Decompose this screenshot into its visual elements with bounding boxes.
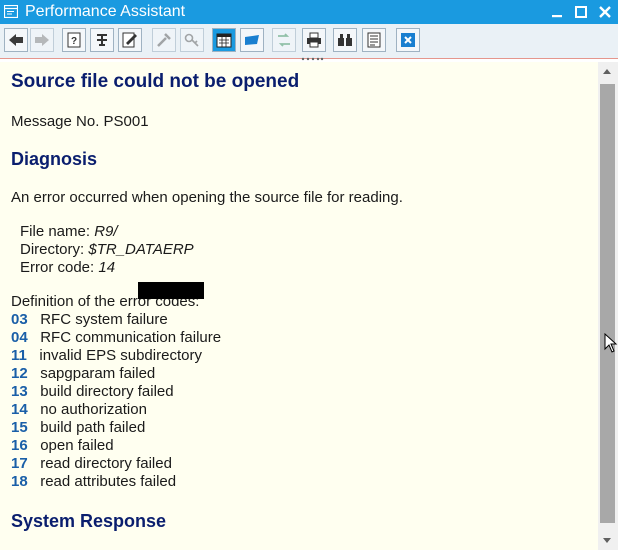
error-code-row: Error code: 14: [20, 259, 115, 277]
message-number: Message No. PS001: [11, 113, 149, 130]
toolbar: ?: [0, 24, 618, 58]
document-button[interactable]: [362, 28, 386, 52]
code-row: 04 RFC communication failure: [11, 329, 221, 347]
system-response-heading: System Response: [11, 511, 167, 531]
document-icon: [367, 32, 381, 48]
code-row: 11 invalid EPS subdirectory: [11, 347, 202, 365]
scroll-up-icon[interactable]: [603, 69, 611, 74]
window-title: Performance Assistant: [25, 3, 186, 20]
code-description: invalid EPS subdirectory: [39, 347, 202, 364]
calendar-icon: [216, 33, 232, 48]
file-name-value: R9/: [94, 223, 118, 240]
code-number: 16: [11, 437, 28, 454]
code-description: read attributes failed: [40, 473, 177, 490]
directory-value: $TR_DATAERP: [88, 241, 194, 258]
code-row: 13 build directory failed: [11, 383, 174, 401]
code-description: RFC system failure: [40, 311, 168, 328]
maximize-icon[interactable]: [572, 3, 590, 21]
code-row: 16 open failed: [11, 437, 114, 455]
code-number: 15: [11, 419, 28, 436]
code-row: 12 sapgparam failed: [11, 365, 155, 383]
splitter-grip-icon[interactable]: [300, 57, 324, 61]
back-icon: [9, 34, 23, 46]
code-number: 03: [11, 311, 28, 328]
key-button[interactable]: [180, 28, 204, 52]
transfer-button[interactable]: [272, 28, 296, 52]
code-description: build directory failed: [40, 383, 174, 400]
scrollbar-thumb[interactable]: [600, 84, 615, 523]
vertical-scrollbar[interactable]: [598, 62, 618, 550]
message-title: Source file could not be opened: [11, 71, 300, 92]
app-window-icon: [4, 5, 18, 18]
tools-button[interactable]: [152, 28, 176, 52]
code-number: 18: [11, 473, 28, 490]
code-row: 18 read attributes failed: [11, 473, 176, 491]
close-window-icon[interactable]: [596, 3, 614, 21]
code-description: read directory failed: [40, 455, 172, 472]
code-number: 17: [11, 455, 28, 472]
code-number: 14: [11, 401, 28, 418]
forward-icon: [35, 34, 49, 46]
calendar-button[interactable]: [212, 28, 236, 52]
find-button[interactable]: [333, 28, 357, 52]
print-button[interactable]: [302, 28, 326, 52]
code-description: no authorization: [40, 401, 147, 418]
minimize-icon[interactable]: [548, 3, 566, 21]
code-row: 17 read directory failed: [11, 455, 172, 473]
file-name-row: File name: R9/: [20, 223, 118, 241]
edit-button[interactable]: [118, 28, 142, 52]
help-icon: ?: [67, 32, 81, 48]
close-button[interactable]: [396, 28, 420, 52]
title-bar: Performance Assistant: [0, 0, 618, 24]
edit-icon: [122, 32, 137, 48]
code-number: 11: [11, 347, 27, 364]
message-content: Source file could not be opened Message …: [0, 62, 598, 550]
diagnosis-text: An error occurred when opening the sourc…: [11, 189, 403, 206]
code-description: build path failed: [40, 419, 146, 436]
code-number: 04: [11, 329, 28, 346]
binoculars-icon: [338, 34, 352, 46]
close-icon: [401, 33, 415, 47]
error-code-label: Error code:: [20, 259, 95, 276]
code-number: 12: [11, 365, 28, 382]
technical-info-button[interactable]: [90, 28, 114, 52]
directory-label: Directory:: [20, 241, 85, 258]
redaction-bar: [138, 282, 204, 299]
flag-icon: [245, 35, 259, 45]
directory-row: Directory: $TR_DATAERP: [20, 241, 194, 259]
back-button[interactable]: [4, 28, 28, 52]
code-description: sapgparam failed: [40, 365, 156, 382]
technical-info-icon: [97, 34, 107, 46]
code-row: 14 no authorization: [11, 401, 147, 419]
tools-icon: [157, 33, 171, 47]
error-code-value: 14: [98, 259, 116, 276]
print-icon: [307, 32, 321, 48]
code-row: 15 build path failed: [11, 419, 145, 437]
code-number: 13: [11, 383, 28, 400]
help-button[interactable]: ?: [62, 28, 86, 52]
flag-button[interactable]: [240, 28, 264, 52]
diagnosis-heading: Diagnosis: [11, 149, 98, 169]
key-icon: [184, 33, 199, 47]
code-description: RFC communication failure: [40, 329, 222, 346]
code-row: 03 RFC system failure: [11, 311, 168, 329]
transfer-icon: [278, 33, 290, 47]
forward-button[interactable]: [30, 28, 54, 52]
mouse-cursor-icon: [604, 333, 618, 353]
svg-text:?: ?: [71, 36, 77, 47]
code-description: open failed: [40, 437, 114, 454]
scroll-down-icon[interactable]: [603, 538, 611, 543]
file-name-label: File name:: [20, 223, 91, 240]
